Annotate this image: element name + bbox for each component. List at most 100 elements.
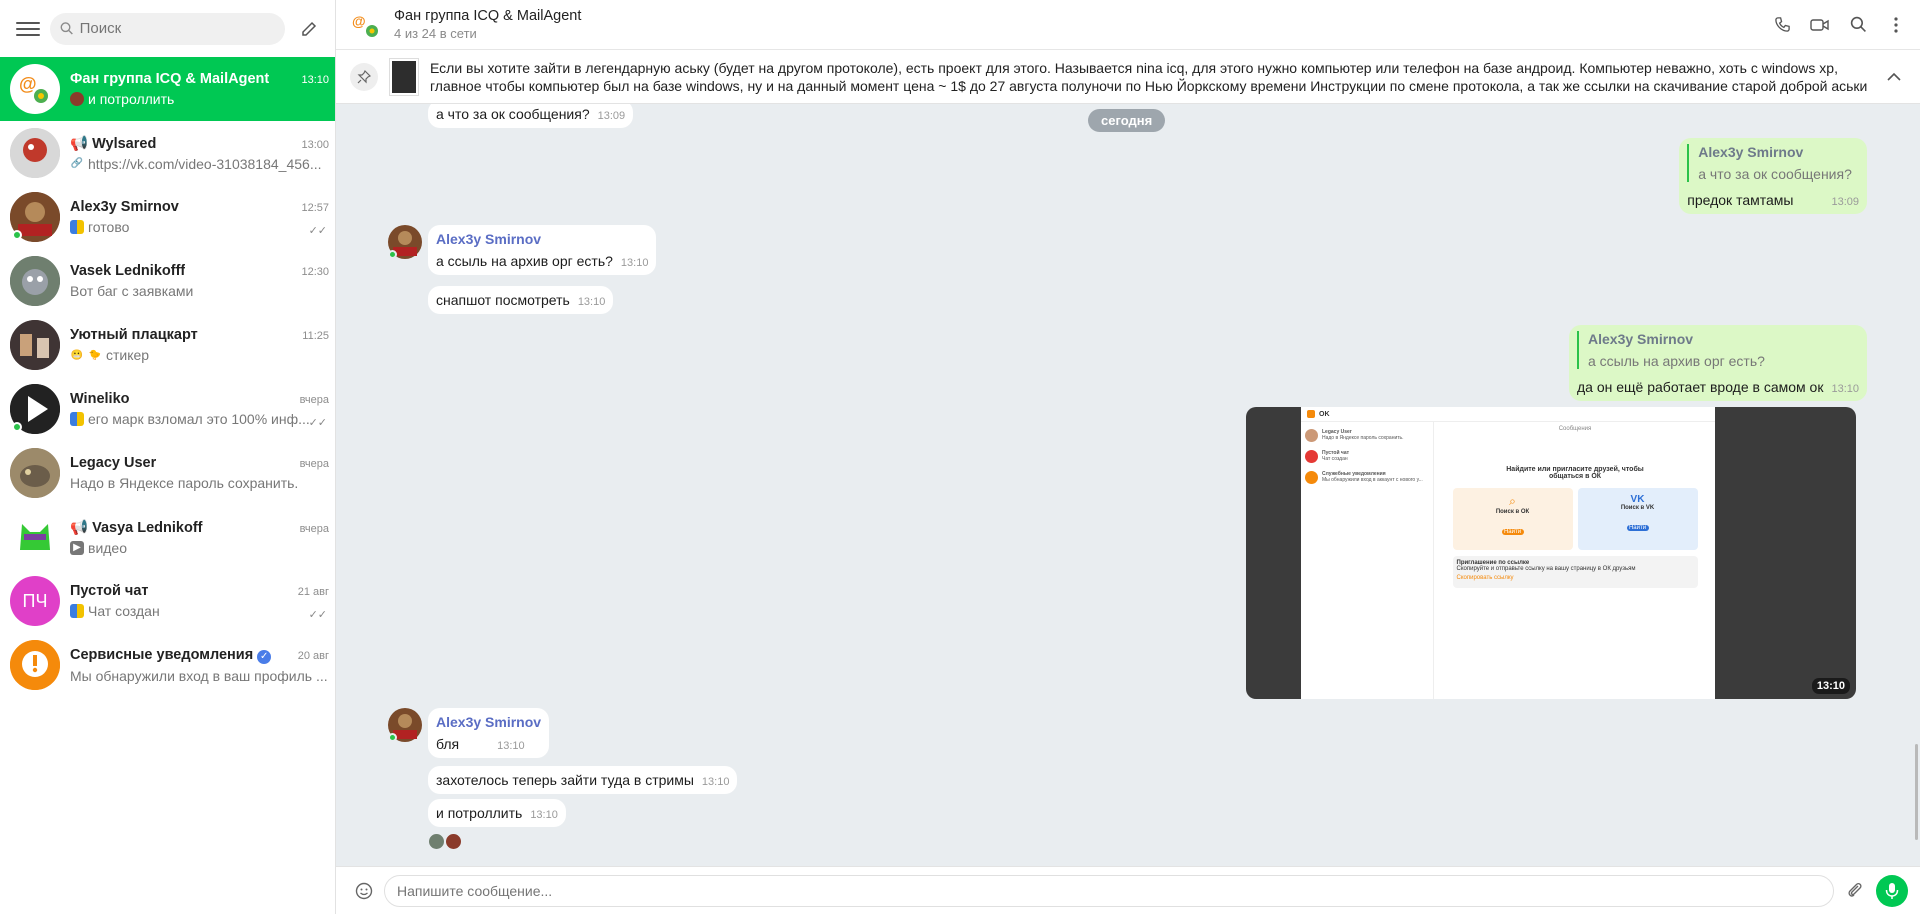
online-indicator	[388, 733, 397, 742]
chat-last-message: Вот баг с заявками	[70, 283, 194, 299]
compose-icon[interactable]	[295, 15, 323, 43]
scrollbar[interactable]	[1915, 744, 1918, 840]
video-icon: ▶	[70, 540, 84, 555]
chat-name: Vasek Lednikofff	[70, 263, 186, 279]
message-time: 13:10	[577, 296, 606, 308]
menu-icon[interactable]	[16, 17, 40, 41]
chat-last-message: Надо в Яндексе пароль сохранить.	[70, 475, 299, 491]
search-input[interactable]	[79, 20, 275, 37]
message-time: 13:09	[1831, 196, 1859, 208]
reply-quote[interactable]: Alex3y Smirnov а ссыль на архив орг есть…	[1577, 331, 1765, 369]
avatar	[10, 320, 60, 370]
chat-last-message: https://vk.com/video-31038184_456...	[88, 155, 322, 172]
ok-messages-screenshot: OK Legacy User Надо в Яндексе пароль сохр…	[1301, 407, 1715, 699]
chat-item-service-notifications[interactable]: Сервисные уведомления ✓ 20 авг Мы обнаруж…	[0, 633, 335, 697]
sender-avatar[interactable]	[388, 225, 422, 259]
incoming-message[interactable]: и потроллить 13:10	[428, 799, 566, 827]
chevron-up-icon[interactable]	[1884, 67, 1904, 87]
chat-time: вчера	[299, 522, 329, 535]
chat-name: Фан группа ICQ & MailAgent	[70, 71, 270, 87]
date-divider: сегодня	[1088, 109, 1166, 132]
search-icon	[60, 22, 73, 35]
channel-icon: 📢	[70, 519, 93, 536]
ss-main: Сообщения Найдите или пригласите друзей,…	[1435, 422, 1715, 699]
emoji-icon[interactable]	[354, 881, 374, 901]
chat-time: вчера	[299, 394, 329, 406]
online-indicator	[12, 230, 22, 240]
video-call-icon[interactable]	[1810, 15, 1830, 35]
sidebar: @ Фан группа ICQ & MailAgent 13:10 и потр…	[0, 0, 336, 914]
read-receipts[interactable]	[429, 834, 461, 849]
chat-name: 📢 Wylsared	[70, 135, 157, 152]
pin-icon[interactable]	[350, 62, 378, 91]
avatar	[10, 384, 60, 434]
chat-item-vasek-lednikofff[interactable]: Vasek Lednikofff 12:30 Вот баг с заявками	[0, 249, 335, 313]
incoming-message[interactable]: захотелось теперь зайти туда в стримы 13…	[428, 766, 738, 794]
chat-time: 11:25	[302, 330, 329, 342]
message-bubble[interactable]: а что за ок сообщения? 13:09	[428, 104, 634, 128]
search-icon[interactable]	[1848, 15, 1868, 35]
group-avatar[interactable]: @	[350, 7, 384, 42]
image-time: 13:10	[1811, 678, 1850, 694]
incoming-message[interactable]: Alex3y Smirnov бля 13:10	[428, 708, 550, 758]
avatar	[10, 512, 60, 562]
reply-text: а что за ок сообщения?	[1698, 166, 1852, 182]
image-attachment[interactable]: OK Legacy User Надо в Яндексе пароль сохр…	[1246, 407, 1856, 699]
message-text: и потроллить	[436, 805, 523, 821]
chat-title-block[interactable]: Фан группа ICQ & MailAgent 4 из 24 в сет…	[394, 8, 581, 41]
incoming-message[interactable]: Alex3y Smirnov а ссыль на архив орг есть…	[428, 225, 657, 275]
chat-item-wineliko[interactable]: Wineliko вчера его марк взломал это 100% …	[0, 377, 335, 441]
sender-avatar[interactable]	[388, 708, 422, 742]
svg-text:@: @	[352, 13, 366, 29]
chat-name: Alex3y Smirnov	[70, 199, 179, 215]
incoming-message[interactable]: снапшот посмотреть 13:10	[428, 286, 614, 314]
message-time: 13:10	[530, 809, 558, 821]
message-time: 13:09	[597, 110, 626, 122]
chat-title: Фан группа ICQ & MailAgent	[394, 8, 582, 24]
pinned-message-text: Если вы хотите зайти в легендарную аську…	[430, 59, 1868, 94]
avatar	[10, 640, 60, 690]
composer	[336, 866, 1920, 914]
chat-item-alex3y-smirnov[interactable]: Alex3y Smirnov 12:57 готово ✓✓	[0, 185, 335, 249]
windows-icon	[70, 412, 84, 426]
chat-item-wylsared[interactable]: 📢 Wylsared 13:00 🔗 https://vk.com/video-31…	[0, 121, 335, 185]
reply-text: а ссыль на архив орг есть?	[1588, 353, 1765, 369]
outgoing-message[interactable]: Alex3y Smirnov а что за ок сообщения? пр…	[1679, 138, 1867, 214]
avatar	[10, 128, 60, 178]
outgoing-message[interactable]: Alex3y Smirnov а ссыль на архив орг есть…	[1569, 325, 1867, 401]
header-actions	[1772, 15, 1906, 35]
chat-item-vasya-lednikoff[interactable]: 📢 Vasya Lednikoff вчера ▶ видео	[0, 505, 335, 569]
ok-logo-icon	[1307, 410, 1315, 418]
sender-name[interactable]: Alex3y Smirnov	[436, 231, 541, 247]
chat-last-message: Чат создан	[88, 603, 160, 619]
search-box[interactable]	[50, 12, 285, 45]
message-text: бля	[436, 736, 460, 752]
chat-last-message: готово	[88, 219, 130, 235]
avatar: @	[10, 64, 60, 114]
chat-item-icq-fan-group[interactable]: @ Фан группа ICQ & MailAgent 13:10 и потр…	[0, 57, 335, 121]
read-ticks-icon: ✓✓	[308, 225, 327, 237]
chat-item-legacy-user[interactable]: Legacy User вчера Надо в Яндексе пароль с…	[0, 441, 335, 505]
pinned-message-bar[interactable]: Если вы хотите зайти в легендарную аську…	[336, 50, 1920, 104]
chat-time: 12:57	[301, 202, 329, 214]
chat-header: @ Фан группа ICQ & MailAgent 4 из 24 в с…	[336, 0, 1920, 50]
paperclip-icon[interactable]	[1844, 880, 1866, 902]
emoji-face-icon: 😬	[70, 349, 84, 361]
chat-name: Wineliko	[70, 391, 130, 407]
message-input[interactable]	[384, 874, 1834, 907]
ss-topbar: OK	[1301, 407, 1715, 422]
chat-item-cozy-platzkart[interactable]: Уютный плацкарт 11:25 😬 🐤 стикер	[0, 313, 335, 377]
avatar	[10, 256, 60, 306]
online-indicator	[12, 422, 22, 432]
sender-avatar-icon	[70, 92, 84, 106]
microphone-button[interactable]	[1876, 874, 1908, 907]
message-time: 13:10	[620, 257, 649, 269]
chat-name: Уютный плацкарт	[70, 327, 198, 343]
reply-quote[interactable]: Alex3y Smirnov а что за ок сообщения?	[1687, 144, 1852, 182]
phone-icon[interactable]	[1772, 15, 1792, 35]
reader-avatar	[429, 834, 444, 849]
more-icon[interactable]	[1886, 15, 1906, 35]
chat-item-empty-chat[interactable]: ПЧ Пустой чат 21 авг Чат создан ✓✓	[0, 569, 335, 633]
message-list[interactable]: а что за ок сообщения? 13:09 сегодня Ale…	[336, 104, 1920, 866]
sender-name[interactable]: Alex3y Smirnov	[436, 714, 541, 730]
